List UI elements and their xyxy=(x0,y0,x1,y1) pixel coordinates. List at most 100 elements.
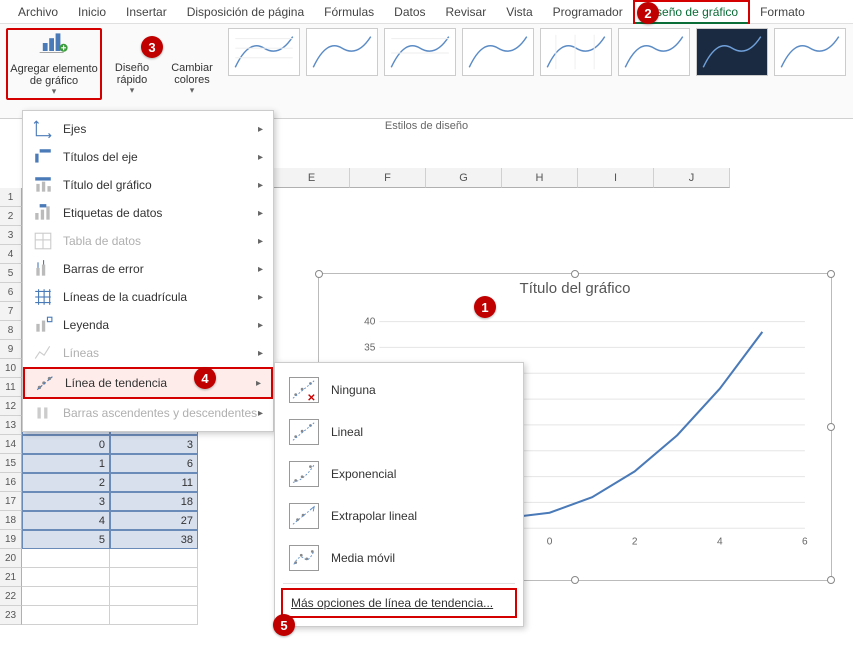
col-header[interactable]: J xyxy=(654,168,730,188)
chart-style-7[interactable] xyxy=(696,28,768,76)
row-header[interactable]: 10 xyxy=(0,359,22,378)
row-header[interactable]: 16 xyxy=(0,473,22,492)
row-header[interactable]: 5 xyxy=(0,264,22,283)
cell[interactable]: 0 xyxy=(22,435,110,454)
col-header[interactable]: H xyxy=(502,168,578,188)
tab-insertar[interactable]: Insertar xyxy=(116,2,177,22)
menu-chart-title[interactable]: Título del gráfico▸ xyxy=(23,171,273,199)
row-header[interactable]: 12 xyxy=(0,397,22,416)
menu-trendline[interactable]: Línea de tendencia▸ xyxy=(23,367,273,399)
cell[interactable] xyxy=(22,587,110,606)
col-header[interactable]: G xyxy=(426,168,502,188)
chart-style-6[interactable] xyxy=(618,28,690,76)
extrapolate-icon xyxy=(289,503,319,529)
trendline-none[interactable]: Ninguna xyxy=(275,369,523,411)
chart-style-1[interactable] xyxy=(228,28,300,76)
row-header[interactable]: 22 xyxy=(0,587,22,606)
cell[interactable]: 6 xyxy=(110,454,198,473)
cell[interactable]: 11 xyxy=(110,473,198,492)
chevron-right-icon: ▸ xyxy=(258,292,263,303)
row-header[interactable]: 1 xyxy=(0,188,22,207)
chart-style-4[interactable] xyxy=(462,28,534,76)
cell[interactable] xyxy=(22,568,110,587)
cell[interactable] xyxy=(110,606,198,625)
cell[interactable] xyxy=(110,549,198,568)
row-header[interactable]: 21 xyxy=(0,568,22,587)
trendline-icon xyxy=(35,374,55,392)
cell[interactable]: 18 xyxy=(110,492,198,511)
cell[interactable]: 1 xyxy=(22,454,110,473)
row-header[interactable]: 15 xyxy=(0,454,22,473)
cell[interactable]: 38 xyxy=(110,530,198,549)
menu-axes[interactable]: Ejes▸ xyxy=(23,115,273,143)
row-header[interactable]: 19 xyxy=(0,530,22,549)
cell[interactable] xyxy=(110,568,198,587)
svg-text:4: 4 xyxy=(717,536,723,547)
row-header[interactable]: 9 xyxy=(0,340,22,359)
cell[interactable]: 3 xyxy=(110,435,198,454)
row-header[interactable]: 20 xyxy=(0,549,22,568)
tab-formulas[interactable]: Fórmulas xyxy=(314,2,384,22)
chart-styles-gallery[interactable] xyxy=(228,28,846,76)
svg-text:35: 35 xyxy=(364,342,376,353)
cell[interactable]: 4 xyxy=(22,511,110,530)
row-header[interactable]: 11 xyxy=(0,378,22,397)
error-bars-icon xyxy=(33,260,53,278)
row-header[interactable]: 8 xyxy=(0,321,22,340)
trendline-more-options[interactable]: Más opciones de línea de tendencia... xyxy=(281,588,517,618)
tab-revisar[interactable]: Revisar xyxy=(436,2,497,22)
chart-title[interactable]: Título del gráfico xyxy=(319,280,831,297)
submenu-label: Lineal xyxy=(331,425,363,439)
add-chart-element-button[interactable]: Agregar elemento de gráfico ▾ xyxy=(6,28,102,100)
cell[interactable]: 2 xyxy=(22,473,110,492)
updown-bars-icon xyxy=(33,404,53,422)
tab-vista[interactable]: Vista xyxy=(496,2,542,22)
row-header[interactable]: 13 xyxy=(0,416,22,435)
chevron-right-icon: ▸ xyxy=(258,348,263,359)
menu-gridlines[interactable]: Líneas de la cuadrícula▸ xyxy=(23,283,273,311)
add-chart-element-label: Agregar elemento de gráfico xyxy=(8,63,100,87)
col-header[interactable]: F xyxy=(350,168,426,188)
cell[interactable] xyxy=(110,587,198,606)
change-colors-button[interactable]: Cambiar colores ▾ xyxy=(162,28,222,100)
col-header[interactable]: E xyxy=(274,168,350,188)
cell[interactable]: 27 xyxy=(110,511,198,530)
tab-programador[interactable]: Programador xyxy=(543,2,633,22)
row-header[interactable]: 2 xyxy=(0,207,22,226)
row-header[interactable]: 3 xyxy=(0,226,22,245)
chart-style-8[interactable] xyxy=(774,28,846,76)
row-header[interactable]: 18 xyxy=(0,511,22,530)
col-header[interactable]: I xyxy=(578,168,654,188)
menu-axis-titles[interactable]: Títulos del eje▸ xyxy=(23,143,273,171)
menu-data-labels[interactable]: Etiquetas de datos▸ xyxy=(23,199,273,227)
chart-style-5[interactable] xyxy=(540,28,612,76)
chart-style-3[interactable] xyxy=(384,28,456,76)
tab-archivo[interactable]: Archivo xyxy=(8,2,68,22)
tab-formato[interactable]: Formato xyxy=(750,2,815,22)
chevron-right-icon: ▸ xyxy=(258,320,263,331)
trendline-linear[interactable]: Lineal xyxy=(275,411,523,453)
cell[interactable]: 5 xyxy=(22,530,110,549)
badge-1: 1 xyxy=(474,296,496,318)
menu-legend[interactable]: Leyenda▸ xyxy=(23,311,273,339)
chart-style-2[interactable] xyxy=(306,28,378,76)
tab-inicio[interactable]: Inicio xyxy=(68,2,116,22)
row-header[interactable]: 6 xyxy=(0,283,22,302)
cell[interactable]: 3 xyxy=(22,492,110,511)
row-header[interactable]: 7 xyxy=(0,302,22,321)
tab-disposicion[interactable]: Disposición de página xyxy=(177,2,314,22)
menu-label: Títulos del eje xyxy=(63,150,138,164)
trendline-exponential[interactable]: Exponencial xyxy=(275,453,523,495)
row-header[interactable]: 23 xyxy=(0,606,22,625)
tab-datos[interactable]: Datos xyxy=(384,2,435,22)
row-header[interactable]: 4 xyxy=(0,245,22,264)
row-header[interactable]: 17 xyxy=(0,492,22,511)
menu-error-bars[interactable]: Barras de error▸ xyxy=(23,255,273,283)
trendline-moving-avg[interactable]: Media móvil xyxy=(275,537,523,579)
cell[interactable] xyxy=(22,549,110,568)
trendline-extrapolate[interactable]: Extrapolar lineal xyxy=(275,495,523,537)
svg-text:2: 2 xyxy=(632,536,638,547)
data-table-icon xyxy=(33,232,53,250)
row-header[interactable]: 14 xyxy=(0,435,22,454)
cell[interactable] xyxy=(22,606,110,625)
